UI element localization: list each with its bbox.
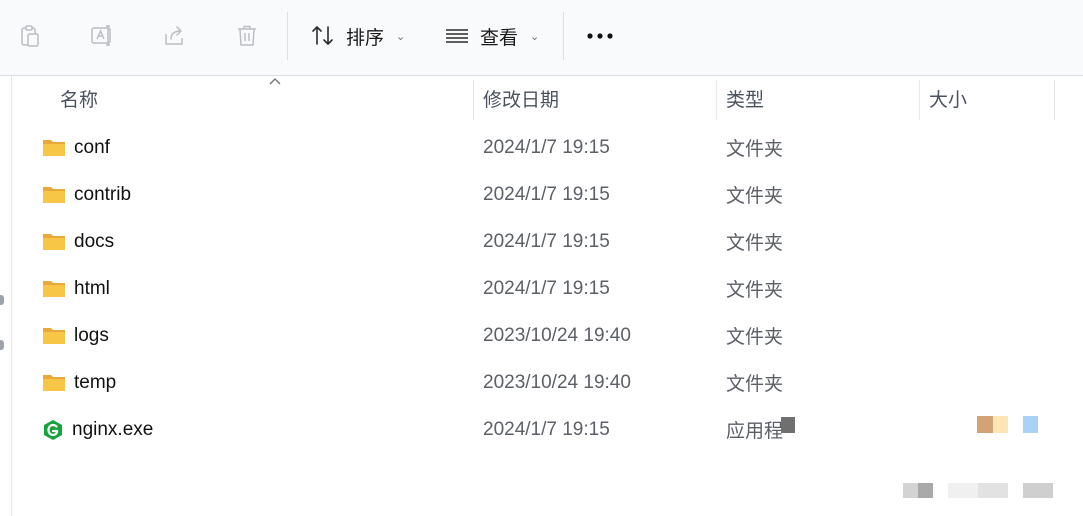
file-name: logs (74, 324, 109, 346)
column-divider[interactable] (473, 80, 474, 120)
file-row-docs[interactable]: docs 2024/1/7 19:15 文件夹 (12, 218, 1083, 265)
file-type: 文件夹 (726, 186, 784, 207)
toolbar-separator (287, 12, 288, 60)
file-name: conf (74, 136, 110, 158)
file-type: 文件夹 (726, 327, 784, 348)
chevron-down-icon: ⌄ (396, 30, 406, 43)
share-button[interactable] (157, 18, 193, 54)
file-row-contrib[interactable]: contrib 2024/1/7 19:15 文件夹 (12, 171, 1083, 218)
file-row-html[interactable]: html 2024/1/7 19:15 文件夹 (12, 265, 1083, 312)
file-modified: 2024/1/7 19:15 (483, 230, 610, 252)
file-modified: 2023/10/24 19:40 (483, 324, 631, 346)
file-type: 文件夹 (726, 280, 784, 301)
folder-icon (43, 375, 65, 391)
file-modified: 2024/1/7 19:15 (483, 136, 610, 158)
pane-resize-handle[interactable] (0, 295, 4, 305)
delete-button[interactable] (229, 18, 265, 54)
file-row-conf[interactable]: conf 2024/1/7 19:15 文件夹 (12, 124, 1083, 171)
share-icon (165, 26, 183, 45)
delete-icon (238, 25, 256, 46)
sort-ascending-icon (269, 78, 281, 85)
file-modified: 2024/1/7 19:15 (483, 418, 610, 440)
chevron-down-icon: ⌄ (530, 30, 540, 43)
sort-button[interactable]: 排序 ⌄ (310, 18, 410, 54)
file-name: docs (74, 230, 115, 252)
redaction-block (977, 416, 993, 433)
file-list: conf 2024/1/7 19:15 文件夹 contrib 2024/1/7… (12, 124, 1083, 453)
column-header-type[interactable]: 类型 (726, 76, 764, 120)
column-divider[interactable] (919, 80, 920, 120)
more-icon (587, 33, 613, 39)
rename-icon (91, 25, 111, 46)
redaction-block (993, 416, 1008, 433)
column-header-modified[interactable]: 修改日期 (483, 76, 559, 120)
file-name: nginx.exe (72, 418, 154, 440)
redaction-block (1023, 416, 1038, 433)
nginx-exe-icon (44, 419, 62, 440)
redaction-block (948, 483, 978, 498)
file-row-logs[interactable]: logs 2023/10/24 19:40 文件夹 (12, 312, 1083, 359)
paste-button[interactable] (12, 18, 48, 54)
pane-resize-handle[interactable] (0, 340, 4, 350)
file-type: 文件夹 (726, 374, 784, 395)
file-row-nginx-exe[interactable]: nginx.exe 2024/1/7 19:15 应用程 (12, 406, 1083, 453)
column-header-size[interactable]: 大小 (929, 76, 967, 120)
redaction-block (978, 483, 1008, 498)
sort-icon (312, 26, 333, 45)
folder-icon (43, 140, 65, 156)
view-button[interactable]: 查看 ⌄ (444, 18, 544, 54)
sort-label: 排序 (346, 27, 385, 49)
column-header-name[interactable]: 名称 (60, 76, 98, 120)
file-row-temp[interactable]: temp 2023/10/24 19:40 文件夹 (12, 359, 1083, 406)
file-modified: 2024/1/7 19:15 (483, 183, 610, 205)
file-type: 文件夹 (726, 139, 784, 160)
folder-icon (43, 281, 65, 297)
toolbar-separator (563, 12, 564, 60)
more-options-button[interactable] (582, 18, 618, 54)
rename-button[interactable] (84, 18, 120, 54)
redaction-block (781, 416, 796, 433)
folder-icon (43, 187, 65, 203)
file-name: html (74, 277, 110, 299)
file-type-text: 应用程 (726, 421, 784, 442)
command-bar: 排序 ⌄ 查看 ⌄ (0, 0, 1083, 76)
file-modified: 2023/10/24 19:40 (483, 371, 631, 393)
paste-icon (21, 25, 39, 47)
folder-icon (43, 328, 65, 344)
folder-icon (43, 234, 65, 250)
file-name: contrib (74, 183, 132, 205)
file-modified: 2024/1/7 19:15 (483, 277, 610, 299)
file-name: temp (74, 371, 117, 393)
view-icon (446, 29, 468, 43)
file-type: 文件夹 (726, 233, 784, 254)
file-type: 应用程 (726, 406, 796, 453)
column-divider[interactable] (716, 80, 717, 120)
view-label: 查看 (480, 27, 519, 49)
column-header-row: 名称 修改日期 类型 大小 (12, 76, 1083, 120)
redaction-block (1023, 483, 1053, 498)
redaction-block (903, 483, 918, 498)
column-divider[interactable] (1054, 80, 1055, 120)
redaction-block (918, 483, 933, 498)
